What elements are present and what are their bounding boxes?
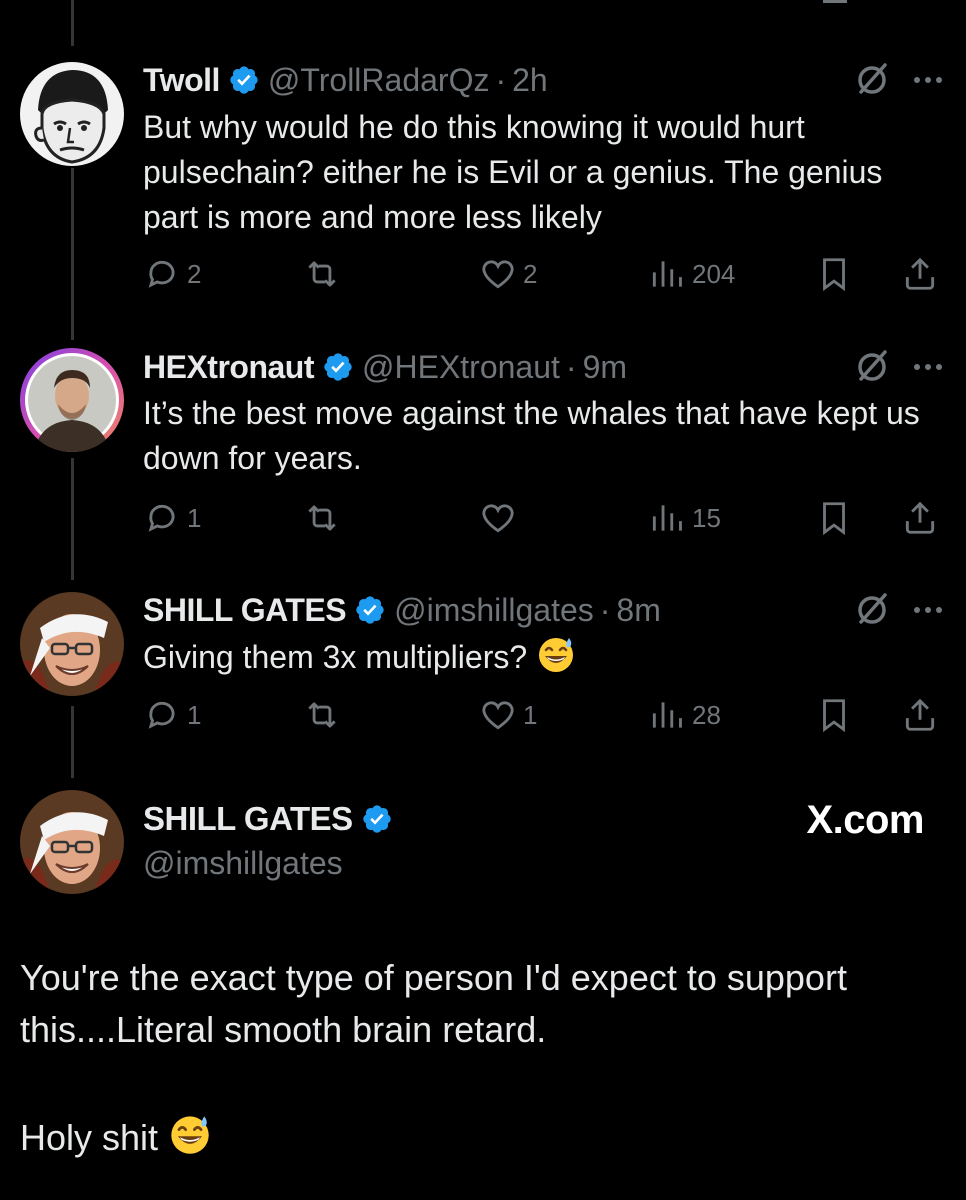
retweet-button[interactable] — [303, 693, 347, 737]
tweet-header: HEXtronaut @HEXtronaut · 9m — [143, 347, 946, 387]
share-button[interactable] — [901, 496, 939, 540]
like-count: 2 — [523, 258, 538, 289]
more-options-icon[interactable] — [910, 62, 946, 98]
reply-button[interactable]: 1 — [143, 693, 201, 737]
author-handle[interactable]: @imshillgates — [143, 845, 343, 882]
share-icon — [905, 698, 935, 731]
like-count: 1 — [523, 699, 538, 730]
avatar[interactable] — [20, 790, 124, 894]
thread-line — [71, 0, 74, 46]
tweet-text: But why would he do this knowing it woul… — [143, 109, 883, 235]
share-icon — [905, 501, 935, 534]
reply-icon — [148, 701, 175, 729]
share-button[interactable] — [901, 252, 939, 296]
author-name[interactable]: SHILL GATES — [143, 591, 347, 629]
focused-tweet-text: You're the exact type of person I'd expe… — [20, 957, 847, 1050]
share-button[interactable] — [901, 693, 939, 737]
like-button[interactable]: 1 — [479, 693, 537, 737]
views-chart-icon — [652, 505, 682, 531]
retweet-button[interactable] — [303, 496, 347, 540]
like-button[interactable]: 2 — [479, 252, 537, 296]
wojak-beanie-avatar-icon — [20, 62, 124, 166]
author-handle[interactable]: @HEXtronaut — [362, 348, 560, 386]
grok-icon[interactable] — [852, 590, 892, 630]
tweet-header: SHILL GATES @imshillgates · 8m — [143, 590, 946, 630]
avatar[interactable] — [20, 592, 124, 696]
tweet-text: It’s the best move against the whales th… — [143, 395, 920, 476]
tweet-actions: 1 15 — [143, 496, 943, 540]
focused-tweet-text-2: Holy shit — [20, 1117, 159, 1158]
retweet-icon — [308, 702, 336, 728]
verified-badge-icon — [356, 596, 384, 624]
focused-tweet-text-row: Holy shit — [20, 1112, 946, 1164]
verified-badge-icon — [362, 805, 391, 833]
more-options-icon[interactable] — [910, 592, 946, 628]
share-icon — [905, 257, 935, 290]
heart-icon — [482, 260, 514, 289]
bookmark-button[interactable] — [815, 496, 853, 540]
bookmark-button[interactable] — [815, 252, 853, 296]
view-count: 15 — [692, 502, 721, 533]
retweet-icon — [308, 505, 336, 531]
bookmark-icon — [823, 502, 845, 536]
sweat-smile-emoji-icon — [171, 1116, 209, 1154]
view-count: 28 — [692, 699, 721, 730]
timestamp[interactable]: 9m — [583, 348, 627, 386]
views-chart-icon — [652, 261, 682, 287]
x-brand-logo: X.com — [806, 798, 924, 843]
verified-badge-icon — [230, 66, 258, 94]
heart-icon — [482, 504, 514, 533]
bookmark-button[interactable] — [815, 693, 853, 737]
tweet-text-row: Giving them 3x multipliers? — [143, 634, 926, 680]
thread-line — [71, 458, 74, 580]
tweet-actions: 1 1 28 — [143, 693, 943, 737]
author-name[interactable]: HEXtronaut — [143, 348, 315, 386]
man-portrait-avatar-icon — [25, 353, 119, 452]
previous-tweet-actions-cropped — [143, 0, 943, 6]
views-button[interactable]: 28 — [648, 693, 721, 737]
reply-count: 1 — [187, 502, 202, 533]
bookmark-icon — [823, 258, 845, 292]
separator-dot: · — [565, 349, 577, 385]
view-count: 204 — [692, 258, 736, 289]
reply-button[interactable]: 2 — [143, 252, 201, 296]
timestamp[interactable]: 8m — [616, 591, 660, 629]
bill-gates-bandana-avatar-icon — [20, 592, 124, 696]
tweet-header: Twoll @TrollRadarQz · 2h — [143, 60, 946, 100]
verified-badge-icon — [324, 353, 352, 381]
reply-icon — [148, 260, 175, 288]
avatar[interactable] — [20, 62, 124, 166]
author-handle[interactable]: @imshillgates — [394, 591, 594, 629]
tweet-text: Giving them 3x multipliers? — [143, 639, 528, 675]
separator-dot: · — [599, 592, 611, 628]
x-brand-text: X.com — [806, 798, 924, 842]
sweat-smile-emoji-icon — [539, 638, 574, 672]
separator-dot: · — [495, 62, 507, 98]
more-options-icon[interactable] — [910, 349, 946, 385]
author-name[interactable]: SHILL GATES — [143, 800, 353, 838]
reply-count: 1 — [187, 699, 202, 730]
thread-line — [71, 168, 74, 340]
views-button[interactable]: 15 — [648, 496, 721, 540]
timestamp[interactable]: 2h — [512, 61, 548, 99]
grok-icon[interactable] — [852, 347, 892, 387]
focused-author-row: SHILL GATES — [143, 800, 393, 838]
retweet-button[interactable] — [303, 252, 347, 296]
bookmark-icon — [823, 699, 845, 733]
reply-button[interactable]: 1 — [143, 496, 201, 540]
views-button[interactable]: 204 — [648, 252, 735, 296]
reply-count: 2 — [187, 258, 202, 289]
author-handle[interactable]: @TrollRadarQz — [268, 61, 490, 99]
thread-line — [71, 706, 74, 778]
like-button[interactable] — [479, 496, 523, 540]
avatar[interactable] — [20, 348, 124, 452]
reply-icon — [148, 504, 175, 532]
author-name[interactable]: Twoll — [143, 61, 220, 99]
grok-icon[interactable] — [852, 60, 892, 100]
views-chart-icon — [652, 702, 682, 728]
tweet-actions: 2 2 204 — [143, 252, 943, 296]
heart-icon — [482, 701, 514, 730]
bill-gates-bandana-avatar-icon — [20, 790, 124, 894]
retweet-icon — [308, 261, 336, 287]
